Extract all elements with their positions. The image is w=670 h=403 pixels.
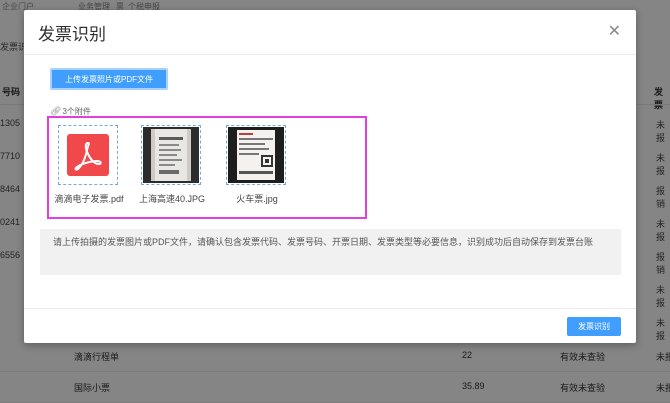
attachment-item[interactable]: 上海高速40.JPG: [139, 125, 205, 204]
upload-button[interactable]: 上传发票照片或PDF文件: [50, 68, 168, 90]
attachment-filename: 上海高速40.JPG: [138, 194, 206, 204]
recognize-invoice-button[interactable]: 发票识别: [567, 317, 621, 336]
attachment-item[interactable]: 滴滴电子发票.pdf: [54, 125, 124, 204]
receipt-photo-thumbnail: [143, 127, 199, 183]
attachment-count-label: 3个附件: [62, 107, 91, 116]
attachment-item[interactable]: 火车票.jpg: [226, 125, 288, 204]
upload-instructions: 请上传拍摄的发票图片或PDF文件，请确认包含发票代码、发票号码、开票日期、发票类…: [40, 229, 621, 275]
dialog-header-divider: [24, 54, 636, 55]
paperclip-icon: 🔗︎: [50, 106, 62, 116]
attachment-thumbnail[interactable]: [226, 125, 286, 185]
dialog-title: 发票识别: [38, 25, 106, 44]
attachment-filename: 火车票.jpg: [236, 194, 278, 204]
dialog-footer-divider: [24, 308, 636, 309]
pdf-icon: [67, 134, 109, 176]
attachment-thumbnail[interactable]: [141, 125, 201, 185]
train-ticket-thumbnail: [228, 127, 284, 183]
close-icon[interactable]: ✕: [608, 21, 621, 41]
attachment-filename: 滴滴电子发票.pdf: [54, 194, 124, 204]
attachment-thumbnail[interactable]: [58, 125, 118, 185]
invoice-recognition-dialog: 发票识别 ✕ 上传发票照片或PDF文件 🔗︎3个附件 滴滴电子发票.pdf 上海…: [24, 10, 636, 343]
